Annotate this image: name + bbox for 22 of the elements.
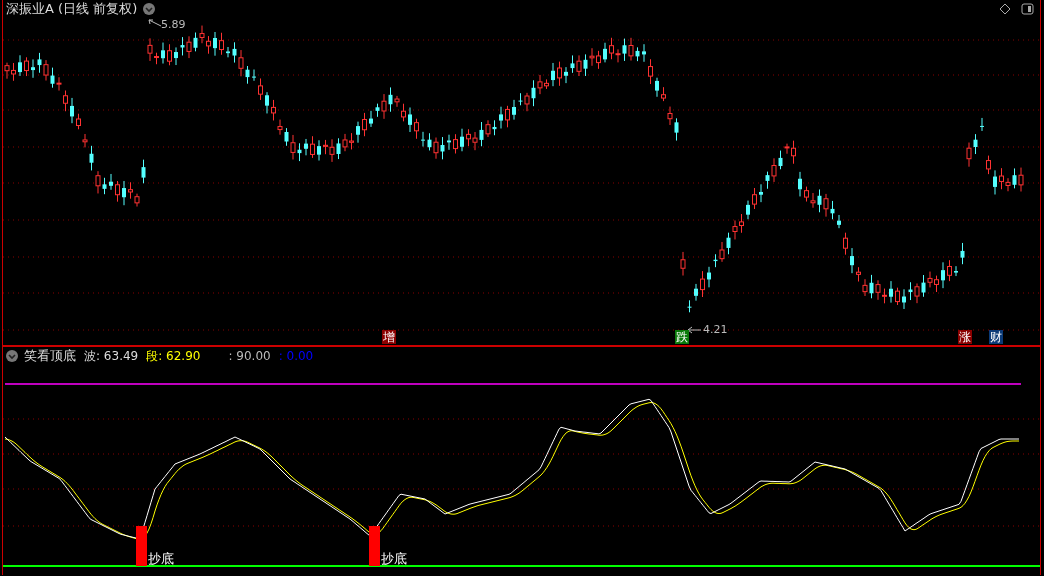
event-marker: 涨 — [958, 330, 972, 344]
dropdown-icon[interactable] — [6, 350, 18, 362]
signal-bar — [136, 526, 147, 566]
indicator-value: 段: 62.90 — [146, 347, 201, 365]
arrow-icon — [148, 19, 162, 27]
arrow-icon — [687, 326, 702, 334]
indicator-value: : 90.00 — [228, 349, 271, 363]
diamond-icon[interactable] — [999, 3, 1011, 15]
window-icon[interactable] — [1021, 3, 1034, 15]
indicator-value: : 0.00 — [278, 349, 314, 363]
indicator-name: 笑看顶底 — [24, 347, 76, 365]
signal-label: 抄底 — [148, 550, 174, 568]
price-label: 5.89 — [161, 18, 186, 31]
event-marker: 财 — [989, 330, 1003, 344]
event-marker: 跌 — [675, 330, 689, 344]
indicator-value: 波: 63.49 — [84, 347, 139, 365]
chart-title: 深振业A (日线 前复权) — [6, 0, 138, 18]
price-label: 4.21 — [703, 323, 728, 336]
dropdown-icon[interactable] — [143, 3, 156, 15]
event-marker: 增 — [382, 330, 396, 344]
signal-bar — [369, 526, 380, 566]
signal-label: 抄底 — [381, 550, 407, 568]
